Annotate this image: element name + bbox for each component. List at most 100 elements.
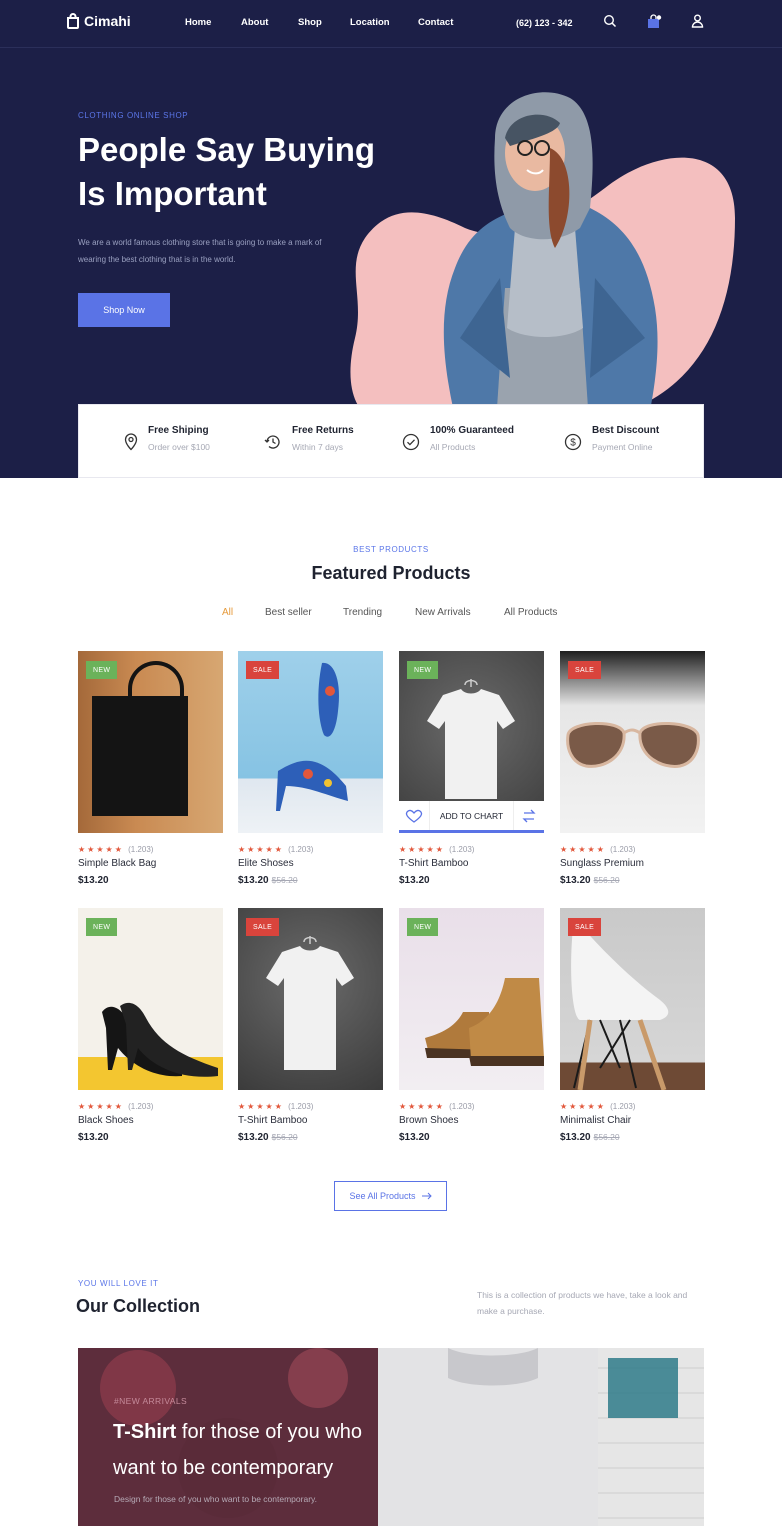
feature-text: Free Returns Within 7 days <box>292 425 354 452</box>
product-image-black-bag[interactable]: NEW <box>78 651 223 833</box>
feature-subtitle: All Products <box>430 442 476 452</box>
product-name[interactable]: Sunglass Premium <box>560 858 705 869</box>
collection-title: Our Collection <box>76 1296 201 1316</box>
price-old: $56.20 <box>593 875 620 885</box>
rating-stars: ★★★★★ (1.203) <box>399 845 475 854</box>
rating-stars: ★★★★★ (1.203) <box>560 845 636 854</box>
shop-now-button[interactable]: Shop Now <box>78 293 170 327</box>
product-name[interactable]: Simple Black Bag <box>78 858 223 869</box>
rating-count: (1.203) <box>128 1102 154 1111</box>
feature-title: Best Discount <box>592 425 660 436</box>
compare-icon[interactable] <box>514 806 544 826</box>
product-name[interactable]: Brown Shoes <box>399 1115 544 1126</box>
product-badge: NEW <box>407 661 439 679</box>
collection-banner[interactable]: #NEW ARRIVALS T-Shirt for those of you w… <box>78 1348 704 1526</box>
product-image-minimalist-chair[interactable]: SALE <box>560 908 705 1090</box>
product-card[interactable]: NEW ★★★★★ (1.203) Simple Black Bag $13.2… <box>78 651 223 886</box>
product-card[interactable]: NEW ★★★★★ (1.203) Black Shoes $13.20 <box>78 908 223 1143</box>
see-all-products-button[interactable]: See All Products <box>334 1181 447 1211</box>
add-to-cart-bar: ADD TO CHART <box>399 801 544 833</box>
hero-eyebrow: CLOTHING ONLINE SHOP <box>78 111 189 120</box>
product-price: $13.20 $56.20 <box>560 1132 705 1143</box>
featured-eyebrow: BEST PRODUCTS <box>353 545 429 554</box>
product-price: $13.20 <box>78 1132 223 1143</box>
tab-best-seller[interactable]: Best seller <box>265 607 312 618</box>
product-price: $13.20 $56.20 <box>238 1132 383 1143</box>
rating-count: (1.203) <box>128 845 154 854</box>
tab-trending[interactable]: Trending <box>343 607 382 618</box>
product-name[interactable]: T-Shirt Bamboo <box>399 858 544 869</box>
product-name[interactable]: Elite Shoses <box>238 858 383 869</box>
price-current: $13.20 <box>238 1132 269 1143</box>
tab-new-arrivals[interactable]: New Arrivals <box>415 607 471 618</box>
product-card[interactable]: SALE ★★★★★ (1.203) Elite Shoses $13.20 $5… <box>238 651 383 886</box>
product-image-elite-shoes[interactable]: SALE <box>238 651 383 833</box>
featured-title: Featured Products <box>311 563 471 583</box>
product-card[interactable]: SALE ★★★★★ (1.203) Sunglass Premium $13.… <box>560 651 705 886</box>
price-old: $56.20 <box>271 875 298 885</box>
product-card[interactable]: SALE ★★★★★ (1.203) T-Shirt Bamboo $13.20… <box>238 908 383 1143</box>
product-badge: NEW <box>407 918 439 936</box>
product-badge: SALE <box>568 661 602 679</box>
product-name[interactable]: Minimalist Chair <box>560 1115 705 1126</box>
price-old: $56.20 <box>593 1132 620 1142</box>
product-image-tshirt-bamboo[interactable]: NEW ADD TO CHART <box>399 651 544 833</box>
product-image-brown-shoes[interactable]: NEW <box>399 908 544 1090</box>
check-circle-icon <box>402 433 420 451</box>
banner-headline-rest: for those of you who <box>181 1421 363 1443</box>
rating-count: (1.203) <box>449 1102 475 1111</box>
rating-count: (1.203) <box>288 845 314 854</box>
search-icon[interactable] <box>603 14 617 28</box>
phone-number[interactable]: (62) 123 - 342 <box>516 18 573 28</box>
svg-text:$: $ <box>570 438 576 449</box>
add-to-cart-button[interactable]: ADD TO CHART <box>429 801 514 830</box>
rating-stars: ★★★★★ (1.203) <box>78 845 154 854</box>
feature-title: Free Returns <box>292 425 354 436</box>
nav-link-location[interactable]: Location <box>350 17 390 28</box>
product-image-sunglass[interactable]: SALE <box>560 651 705 833</box>
brand-logo[interactable]: Cimahi <box>66 13 131 29</box>
price-current: $13.20 <box>78 875 109 886</box>
nav-link-shop[interactable]: Shop <box>298 17 322 28</box>
banner-subtitle: Design for those of you who want to be c… <box>114 1494 318 1504</box>
price-current: $13.20 <box>399 1132 430 1143</box>
cart-icon[interactable] <box>646 14 662 30</box>
rating-stars: ★★★★★ (1.203) <box>238 845 314 854</box>
arrow-right-icon <box>421 1192 432 1200</box>
nav-link-contact[interactable]: Contact <box>418 17 453 28</box>
product-card[interactable]: SALE ★★★★★ (1.203) Minimalist Chair $13.… <box>560 908 705 1143</box>
user-icon[interactable] <box>691 14 704 28</box>
product-price: $13.20 <box>399 875 544 886</box>
product-badge: NEW <box>86 661 118 679</box>
nav-link-home[interactable]: Home <box>185 17 211 28</box>
price-current: $13.20 <box>560 875 591 886</box>
nav-link-about[interactable]: About <box>241 17 268 28</box>
collection-eyebrow: YOU WILL LOVE IT <box>78 1279 159 1288</box>
feature-subtitle: Order over $100 <box>148 442 210 452</box>
product-price: $13.20 <box>399 1132 544 1143</box>
see-all-label: See All Products <box>349 1191 416 1201</box>
rating-stars: ★★★★★ (1.203) <box>560 1102 636 1111</box>
location-pin-icon <box>124 433 138 451</box>
brand-name: Cimahi <box>84 13 131 29</box>
hero-model-image <box>350 92 735 438</box>
feature-free-returns: Free Returns Within 7 days <box>264 425 354 452</box>
feature-subtitle: Payment Online <box>592 442 653 452</box>
product-card[interactable]: NEW ★★★★★ (1.203) Brown Shoes $13.20 <box>399 908 544 1143</box>
tab-all[interactable]: All <box>222 607 233 618</box>
history-icon <box>264 435 280 449</box>
feature-guaranteed: 100% Guaranteed All Products <box>402 425 514 452</box>
hero-description: We are a world famous clothing store tha… <box>78 238 322 264</box>
heart-icon[interactable] <box>399 806 429 826</box>
bag-logo-icon <box>67 13 79 29</box>
product-name[interactable]: T-Shirt Bamboo <box>238 1115 383 1126</box>
banner-headline: T-Shirt for those of you who want to be … <box>113 1414 362 1486</box>
product-image-black-shoes[interactable]: NEW <box>78 908 223 1090</box>
rating-stars: ★★★★★ (1.203) <box>238 1102 314 1111</box>
product-image-tshirt-bamboo-2[interactable]: SALE <box>238 908 383 1090</box>
product-badge: SALE <box>568 918 602 936</box>
product-card[interactable]: NEW ADD TO CHART ★★★★★ (1.203) T-Shirt B… <box>399 651 544 886</box>
rating-count: (1.203) <box>288 1102 314 1111</box>
tab-all-products[interactable]: All Products <box>504 607 557 618</box>
product-name[interactable]: Black Shoes <box>78 1115 223 1126</box>
